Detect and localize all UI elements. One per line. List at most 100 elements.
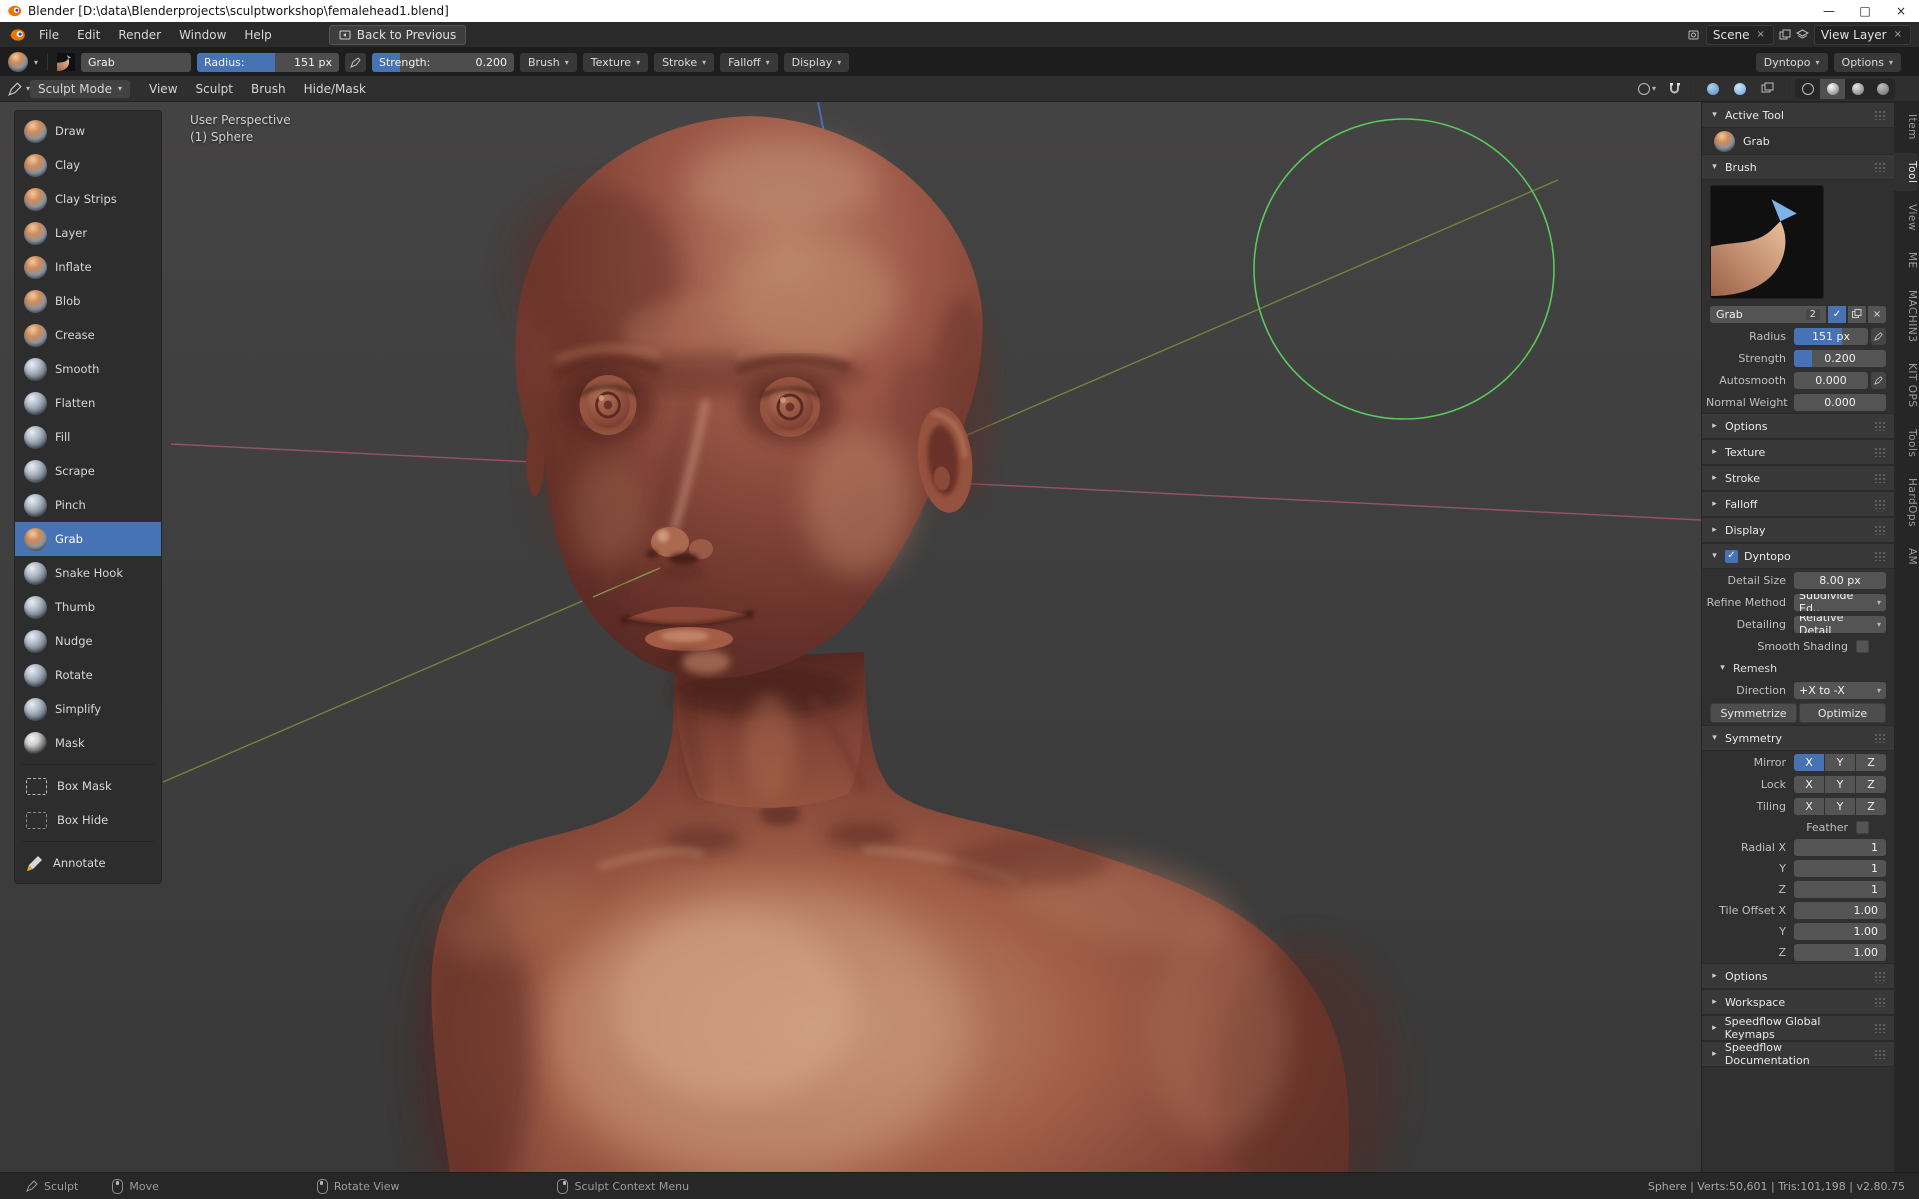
brush-panel-header[interactable]: ▾ Brush	[1702, 154, 1894, 180]
tab-tool[interactable]: Tool	[1894, 152, 1918, 192]
panel-grip-icon[interactable]	[1874, 971, 1886, 981]
brush-name-field[interactable]: Grab	[81, 52, 192, 72]
mirror-z-toggle[interactable]: Z	[1856, 753, 1886, 771]
falloff-dropdown[interactable]: Falloff ▾	[720, 52, 778, 72]
brush-datablock-icon[interactable]	[57, 53, 75, 71]
tool-thumb[interactable]: Thumb	[15, 590, 161, 624]
panel-grip-icon[interactable]	[1874, 551, 1886, 561]
tiling-y-toggle[interactable]: Y	[1825, 797, 1855, 815]
falloff-panel-header[interactable]: ▸ Falloff	[1702, 491, 1894, 517]
panel-grip-icon[interactable]	[1874, 162, 1886, 172]
tab-item[interactable]: Item	[1894, 106, 1918, 148]
new-scene-icon[interactable]	[1778, 28, 1792, 42]
editor-type-icon[interactable]	[8, 81, 22, 96]
brush-name-field[interactable]: Grab 2	[1710, 305, 1826, 323]
mirror-y-toggle[interactable]: Y	[1825, 753, 1855, 771]
tool-draw[interactable]: Draw	[15, 114, 161, 148]
menu-hide-mask[interactable]: Hide/Mask	[295, 76, 375, 101]
view-layer-selector[interactable]: View Layer ×	[1813, 24, 1911, 45]
options-bottom-panel-header[interactable]: ▸ Options	[1702, 963, 1894, 989]
tool-simplify[interactable]: Simplify	[15, 692, 161, 726]
tab-tools[interactable]: Tools	[1894, 421, 1918, 465]
stroke-dropdown[interactable]: Stroke ▾	[654, 52, 715, 72]
remesh-subpanel-header[interactable]: ▾ Remesh	[1702, 657, 1894, 679]
strength-slider[interactable]: Strength: 0.200	[372, 52, 515, 72]
tool-fill[interactable]: Fill	[15, 420, 161, 454]
strength-slider[interactable]: 0.200	[1794, 349, 1886, 367]
radius-pressure-toggle[interactable]	[1871, 327, 1886, 345]
panel-grip-icon[interactable]	[1874, 499, 1886, 509]
tool-grab[interactable]: Grab	[15, 522, 161, 556]
panel-grip-icon[interactable]	[1874, 110, 1886, 120]
display-dropdown[interactable]: Display ▾	[783, 52, 850, 72]
dyntopo-dropdown[interactable]: Dyntopo ▾	[1755, 52, 1828, 72]
tool-annotate[interactable]: Annotate	[15, 846, 161, 880]
speedflow-docs-panel-header[interactable]: ▸ Speedflow Documentation	[1702, 1041, 1894, 1067]
view-layer-icon[interactable]	[1796, 28, 1810, 42]
xray-toggle[interactable]	[1756, 79, 1778, 99]
refine-method-dropdown[interactable]: Subdivide Ed.. ▾	[1794, 593, 1886, 611]
radius-slider[interactable]: Radius: 151 px	[197, 52, 340, 72]
brush-users-count[interactable]: 2	[1805, 308, 1820, 320]
mode-selector[interactable]: Sculpt Mode ▾	[30, 79, 131, 98]
scene-selector[interactable]: Scene ×	[1705, 24, 1774, 45]
radius-slider[interactable]: 151 px	[1794, 327, 1868, 345]
scene-browse-icon[interactable]	[1688, 28, 1702, 42]
panel-grip-icon[interactable]	[1874, 421, 1886, 431]
options-dropdown[interactable]: Options ▾	[1833, 52, 1901, 72]
menu-brush[interactable]: Brush	[242, 76, 295, 101]
detail-size-slider[interactable]: 8.00 px	[1794, 571, 1886, 589]
lock-y-toggle[interactable]: Y	[1825, 775, 1855, 793]
tool-clay[interactable]: Clay	[15, 148, 161, 182]
menu-edit[interactable]: Edit	[68, 22, 109, 47]
menu-help[interactable]: Help	[235, 22, 280, 47]
symmetrize-button[interactable]: Symmetrize	[1710, 703, 1797, 723]
fake-user-toggle[interactable]: ✓	[1828, 305, 1846, 323]
blender-menu-icon[interactable]	[8, 28, 26, 42]
mirror-x-toggle[interactable]: X	[1794, 753, 1824, 771]
tab-me[interactable]: ME	[1894, 244, 1918, 277]
normal-weight-slider[interactable]: 0.000	[1794, 393, 1886, 411]
brush-preview-thumbnail[interactable]	[1710, 185, 1824, 299]
tool-box-mask[interactable]: Box Mask	[15, 769, 161, 803]
unlink-brush-button[interactable]: ×	[1868, 305, 1886, 323]
show-gizmo-toggle[interactable]	[1702, 79, 1724, 99]
tool-box-hide[interactable]: Box Hide	[15, 803, 161, 837]
show-overlays-toggle[interactable]	[1729, 79, 1751, 99]
panel-grip-icon[interactable]	[1874, 473, 1886, 483]
panel-grip-icon[interactable]	[1874, 447, 1886, 457]
workspace-panel-header[interactable]: ▸ Workspace	[1702, 989, 1894, 1015]
radial-x-field[interactable]: 1	[1794, 839, 1886, 856]
panel-grip-icon[interactable]	[1874, 1049, 1887, 1059]
lock-x-toggle[interactable]: X	[1794, 775, 1824, 793]
tab-hardops[interactable]: HardOps	[1894, 470, 1918, 535]
menu-render[interactable]: Render	[109, 22, 170, 47]
lock-z-toggle[interactable]: Z	[1856, 775, 1886, 793]
tile-offset-z-field[interactable]: 1.00	[1794, 944, 1886, 961]
radial-z-field[interactable]: 1	[1794, 881, 1886, 898]
active-tool-icon[interactable]	[8, 52, 28, 72]
shading-wireframe-button[interactable]	[1795, 79, 1820, 99]
close-button[interactable]: ×	[1883, 0, 1919, 22]
smooth-shading-checkbox[interactable]	[1856, 639, 1869, 653]
snap-toggle[interactable]	[1663, 79, 1685, 99]
direction-dropdown[interactable]: +X to -X ▾	[1794, 681, 1886, 699]
options-panel-header[interactable]: ▸ Options	[1702, 413, 1894, 439]
panel-grip-icon[interactable]	[1874, 733, 1886, 743]
tool-snake-hook[interactable]: Snake Hook	[15, 556, 161, 590]
texture-dropdown[interactable]: Texture ▾	[582, 52, 649, 72]
tool-blob[interactable]: Blob	[15, 284, 161, 318]
radial-y-field[interactable]: 1	[1794, 860, 1886, 877]
autosmooth-pressure-toggle[interactable]	[1871, 371, 1886, 389]
tab-view[interactable]: View	[1894, 196, 1918, 239]
tiling-x-toggle[interactable]: X	[1794, 797, 1824, 815]
menu-sculpt[interactable]: Sculpt	[187, 76, 242, 101]
shading-rendered-button[interactable]	[1870, 79, 1895, 99]
tab-am[interactable]: AM	[1894, 540, 1918, 573]
panel-grip-icon[interactable]	[1874, 1023, 1886, 1033]
speedflow-keymaps-panel-header[interactable]: ▸ Speedflow Global Keymaps	[1702, 1015, 1894, 1041]
feather-checkbox[interactable]	[1856, 820, 1869, 834]
tool-smooth[interactable]: Smooth	[15, 352, 161, 386]
panel-grip-icon[interactable]	[1874, 997, 1886, 1007]
maximize-button[interactable]: □	[1847, 0, 1883, 22]
